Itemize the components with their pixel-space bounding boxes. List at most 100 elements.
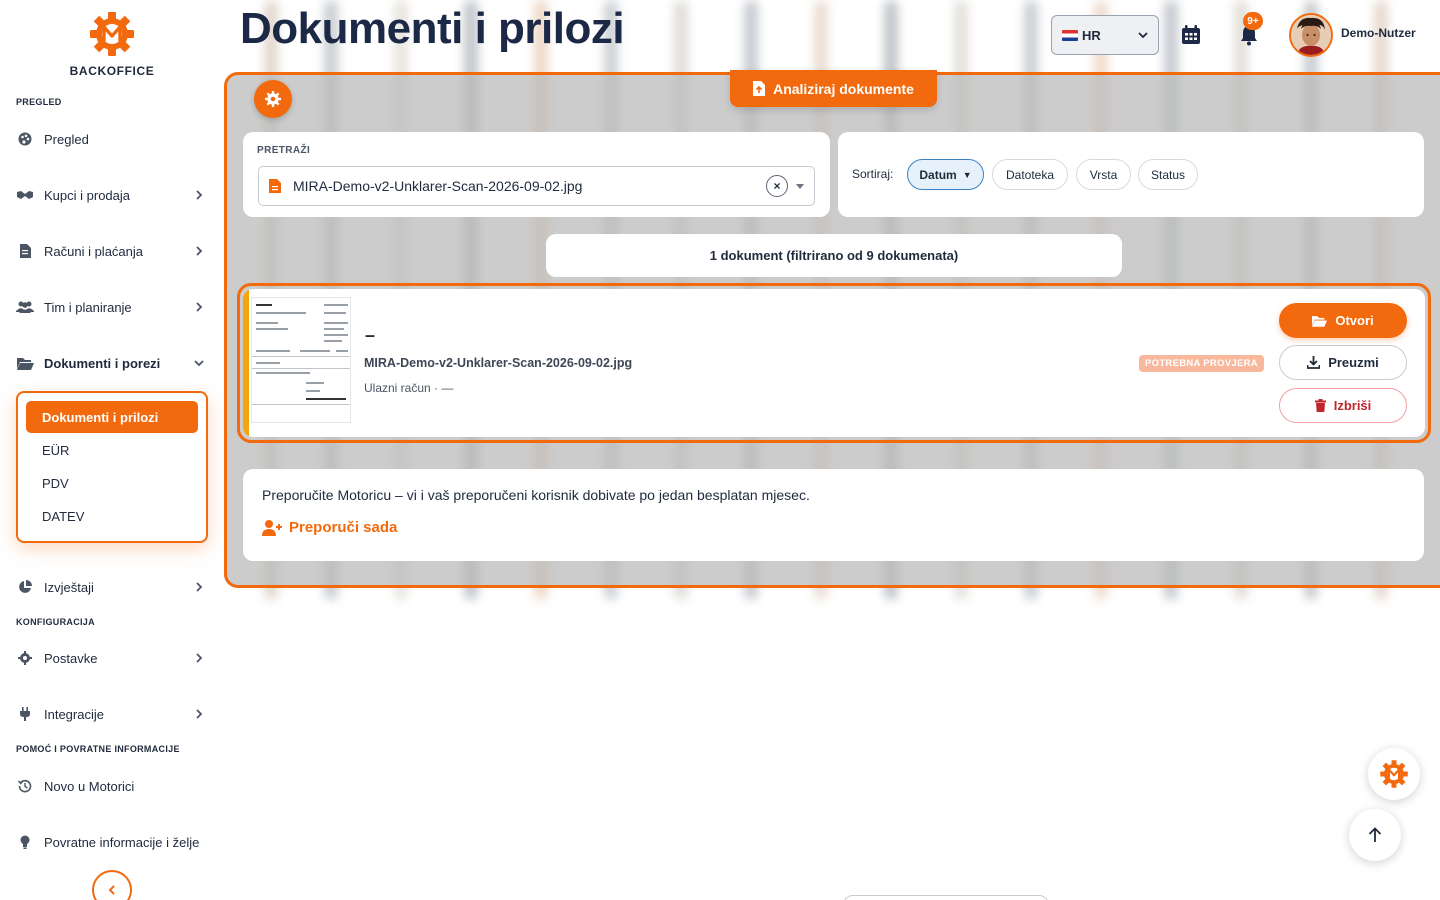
- chevron-right-icon: [196, 709, 203, 719]
- gear-logo-icon: [1380, 760, 1408, 788]
- chevron-down-icon: [194, 360, 204, 367]
- submenu-item-documents-attachments[interactable]: Dokumenti i prilozi: [26, 401, 198, 433]
- search-input[interactable]: MIRA-Demo-v2-Unklarer-Scan-2026-09-02.jp…: [258, 166, 815, 206]
- delete-document-label: Izbriši: [1333, 398, 1372, 413]
- gear-icon: [16, 651, 34, 665]
- dropdown-caret-icon[interactable]: [796, 183, 804, 189]
- download-document-label: Preuzmi: [1328, 355, 1379, 370]
- section-label-configuration: KONFIGURACIJA: [16, 617, 95, 627]
- sidebar-item-overview[interactable]: Pregled: [16, 125, 208, 153]
- folder-open-icon: [1312, 315, 1328, 327]
- delete-document-button[interactable]: Izbriši: [1279, 388, 1407, 423]
- submenu-item-datev[interactable]: DATEV: [26, 500, 198, 532]
- bottom-pill: [843, 895, 1049, 900]
- sidebar-item-feedback[interactable]: Povratne informacije i želje: [16, 828, 208, 856]
- sidebar-item-whats-new[interactable]: Novo u Motorici: [16, 772, 208, 800]
- plug-icon: [16, 707, 34, 721]
- gear-logo-icon: [90, 12, 134, 56]
- results-count: 1 dokument (filtrirano od 9 dokumenata): [546, 234, 1122, 277]
- sidebar-item-invoices[interactable]: Računi i plaćanja: [16, 237, 208, 265]
- document-card[interactable]: – MIRA-Demo-v2-Unklarer-Scan-2026-09-02.…: [243, 289, 1425, 437]
- document-filename: MIRA-Demo-v2-Unklarer-Scan-2026-09-02.jp…: [364, 356, 633, 370]
- collapse-sidebar-button[interactable]: [92, 870, 132, 900]
- sidebar-item-sales[interactable]: Kupci i prodaja: [16, 181, 208, 209]
- download-document-button[interactable]: Preuzmi: [1279, 345, 1407, 380]
- sidebar-item-label: Povratne informacije i želje: [44, 834, 200, 850]
- scroll-to-top-button[interactable]: [1349, 809, 1401, 861]
- sidebar-item-label: Pregled: [44, 131, 89, 147]
- download-icon: [1307, 356, 1321, 369]
- analyze-documents-button[interactable]: Analiziraj dokumente: [730, 70, 937, 107]
- sort-option-date[interactable]: Datum ▼: [907, 159, 984, 190]
- user-portrait-icon: [1291, 15, 1331, 55]
- palette-icon: [16, 132, 34, 146]
- sidebar-item-reports[interactable]: Izvještaji: [16, 573, 208, 601]
- chevron-right-icon: [196, 246, 203, 256]
- sort-option-file[interactable]: Datoteka: [992, 159, 1068, 190]
- sort-card: Sortiraj: Datum ▼ Datoteka Vrsta Status: [838, 132, 1424, 217]
- trash-icon: [1314, 399, 1326, 412]
- sidebar-item-label: Kupci i prodaja: [44, 187, 130, 203]
- refer-now-link[interactable]: Preporuči sada: [262, 519, 397, 536]
- submenu-item-vat[interactable]: PDV: [26, 467, 198, 499]
- sort-label: Sortiraj:: [852, 167, 894, 181]
- calendar-icon[interactable]: [1180, 24, 1202, 46]
- sidebar: BACKOFFICE PREGLED Pregled Kupci i proda…: [0, 0, 224, 900]
- arrow-up-icon: [1368, 827, 1382, 842]
- history-icon: [16, 779, 34, 793]
- clear-search-button[interactable]: ×: [766, 175, 788, 197]
- search-card: PRETRAŽI MIRA-Demo-v2-Unklarer-Scan-2026…: [243, 132, 830, 217]
- sort-option-label: Datum: [919, 167, 957, 182]
- invoice-icon: [16, 244, 34, 258]
- sidebar-item-label: Postavke: [44, 650, 98, 666]
- users-icon: [16, 300, 34, 314]
- brand-logo[interactable]: BACKOFFICE: [0, 10, 224, 78]
- sidebar-item-team[interactable]: Tim i planiranje: [16, 293, 208, 321]
- sort-option-label: Status: [1150, 167, 1186, 182]
- chevron-left-icon: [108, 885, 115, 895]
- sort-option-type[interactable]: Vrsta: [1076, 159, 1131, 190]
- open-document-button[interactable]: Otvori: [1279, 303, 1407, 338]
- language-value: HR: [1082, 27, 1101, 43]
- sort-option-status[interactable]: Status: [1138, 159, 1198, 190]
- sidebar-item-label: Računi i plaćanja: [44, 243, 144, 259]
- chevron-down-icon: [1138, 32, 1148, 39]
- search-value: MIRA-Demo-v2-Unklarer-Scan-2026-09-02.jp…: [293, 178, 583, 194]
- analyze-documents-label: Analiziraj dokumente: [773, 80, 914, 97]
- page-title: Dokumenti i prilozi: [240, 4, 625, 53]
- sidebar-item-label: Izvještaji: [44, 579, 94, 595]
- lightbulb-icon: [16, 835, 34, 849]
- document-title: –: [365, 325, 376, 345]
- folder-open-icon: [16, 356, 34, 370]
- status-badge: POTREBNA PROVJERA: [1139, 355, 1264, 372]
- chevron-right-icon: [196, 302, 203, 312]
- search-label: PRETRAŽI: [257, 145, 311, 156]
- pie-chart-icon: [16, 580, 34, 594]
- notification-badge: 9+: [1243, 12, 1263, 30]
- chevron-right-icon: [196, 582, 203, 592]
- user-plus-icon: [262, 519, 282, 536]
- user-name[interactable]: Demo-Nutzer: [1341, 26, 1416, 40]
- status-accent-bar: [243, 289, 249, 437]
- sort-option-label: Vrsta: [1089, 167, 1118, 182]
- document-thumbnail[interactable]: [251, 297, 351, 423]
- sidebar-item-label: Dokumenti i porezi: [44, 355, 161, 371]
- handshake-icon: [16, 188, 34, 202]
- panel-settings-button[interactable]: [254, 80, 292, 118]
- documents-submenu: Dokumenti i prilozi EÜR PDV DATEV: [16, 391, 208, 543]
- sort-direction-icon: ▼: [962, 169, 972, 180]
- language-select[interactable]: HR: [1051, 15, 1159, 55]
- avatar[interactable]: [1289, 13, 1333, 57]
- referral-text: Preporučite Motoricu – vi i vaš preporuč…: [262, 487, 810, 503]
- croatia-flag-icon: [1062, 29, 1078, 41]
- submenu-item-euer[interactable]: EÜR: [26, 434, 198, 466]
- section-label-help: POMOĆ I POVRATNE INFORMACIJE: [16, 744, 180, 754]
- chevron-right-icon: [196, 653, 203, 663]
- assistant-button[interactable]: [1368, 748, 1420, 800]
- sidebar-item-settings[interactable]: Postavke: [16, 644, 208, 672]
- brand-name: BACKOFFICE: [69, 64, 155, 78]
- sidebar-item-integrations[interactable]: Integracije: [16, 700, 208, 728]
- sidebar-item-documents[interactable]: Dokumenti i porezi: [16, 349, 208, 377]
- file-upload-icon: [753, 81, 766, 96]
- section-label-overview: PREGLED: [16, 97, 62, 107]
